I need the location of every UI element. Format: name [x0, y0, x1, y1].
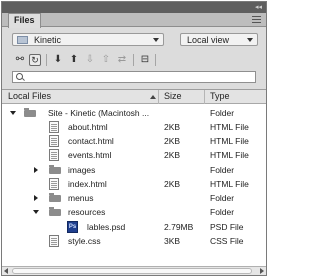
tab-files[interactable]: Files [8, 13, 41, 28]
file-list: Local Files Size Type Site - Kinetic (Ma… [2, 89, 266, 266]
folder-icon [49, 207, 61, 216]
file-name: menus [68, 193, 94, 203]
scroll-left-icon[interactable] [4, 268, 8, 274]
site-folder-icon [17, 36, 28, 44]
file-size: 2KB [164, 122, 181, 132]
file-type: Folder [210, 193, 235, 203]
expand-triangle-icon[interactable] [10, 111, 16, 115]
sort-ascending-icon[interactable] [150, 95, 156, 99]
file-type: HTML File [210, 136, 249, 146]
file-size: 2KB [164, 136, 181, 146]
column-header-type[interactable]: Type [210, 90, 230, 103]
file-type: HTML File [210, 179, 249, 189]
get-icon[interactable]: ⬇ [52, 54, 64, 66]
scroll-right-icon[interactable] [260, 268, 264, 274]
site-select[interactable]: Kinetic [12, 33, 164, 46]
list-item[interactable]: images Folder [2, 163, 266, 177]
chevron-down-icon [247, 38, 253, 42]
file-type: HTML File [210, 150, 249, 160]
horizontal-scrollbar[interactable] [2, 266, 266, 275]
file-name: Site - Kinetic (Macintosh ... [48, 108, 150, 118]
column-header-size[interactable]: Size [164, 90, 182, 103]
list-item[interactable]: style.css 3KB CSS File [2, 234, 266, 248]
collapsed-triangle-icon[interactable] [34, 167, 38, 173]
file-type: CSS File [210, 236, 244, 246]
file-type: Folder [210, 108, 235, 118]
file-name: about.html [68, 122, 108, 132]
file-type: PSD File [210, 222, 244, 232]
file-list-header: Local Files Size Type [2, 90, 266, 104]
file-size: 3KB [164, 236, 181, 246]
file-name: resources [68, 207, 106, 217]
column-header-name[interactable]: Local Files [8, 90, 51, 103]
collapsed-triangle-icon[interactable] [34, 195, 38, 201]
toolbar-divider [133, 54, 134, 66]
connect-icon[interactable]: ⚯ [14, 54, 26, 66]
file-type: Folder [210, 165, 235, 175]
file-name: images [68, 165, 96, 175]
refresh-icon[interactable]: ↻ [29, 54, 41, 66]
html-file-icon [49, 149, 59, 161]
expand-triangle-icon[interactable] [33, 210, 39, 214]
view-select[interactable]: Local view [180, 33, 258, 46]
file-size: 2KB [164, 179, 181, 189]
list-item[interactable]: menus Folder [2, 191, 266, 205]
toolbar-divider [46, 54, 47, 66]
file-name: index.html [68, 179, 107, 189]
file-actions-toolbar: ⚯ ↻ ⬇ ⬆ ⇩ ⇧ ⇄ ⊟ [2, 50, 266, 70]
html-file-icon [49, 135, 59, 147]
search-input[interactable] [12, 71, 256, 83]
list-item[interactable]: about.html 2KB HTML File [2, 120, 266, 134]
site-toolbar: Kinetic Local view [2, 28, 266, 50]
file-name: style.css [68, 236, 101, 246]
file-type: Folder [210, 207, 235, 217]
toolbar-divider [155, 54, 156, 66]
folder-icon [49, 193, 61, 202]
list-item[interactable]: events.html 2KB HTML File [2, 148, 266, 162]
put-icon[interactable]: ⬆ [68, 54, 80, 66]
html-file-icon [49, 121, 59, 133]
file-name: events.html [68, 150, 112, 160]
panel-menu-icon[interactable] [252, 16, 262, 24]
file-name: contact.html [68, 136, 114, 146]
collapse-icon[interactable]: ◂◂ [255, 4, 262, 11]
scrollbar-thumb[interactable] [12, 268, 252, 274]
list-item[interactable]: resources Folder [2, 205, 266, 219]
css-file-icon [49, 235, 59, 247]
file-name: lables.psd [87, 222, 126, 232]
list-item[interactable]: Site - Kinetic (Macintosh ... Folder [2, 106, 266, 120]
view-select-label: Local view [187, 35, 230, 45]
files-panel: ◂◂ Files Kinetic Local view ⚯ ↻ ⬇ ⬆ ⇩ ⇧ … [1, 1, 267, 276]
html-file-icon [49, 178, 59, 190]
list-item[interactable]: contact.html 2KB HTML File [2, 134, 266, 148]
file-size: 2.79MB [164, 222, 194, 232]
folder-icon [49, 165, 61, 174]
psd-file-icon: Ps [67, 221, 78, 233]
file-size: 2KB [164, 150, 181, 160]
chevron-down-icon [153, 38, 159, 42]
panel-tab-row: Files [2, 13, 266, 28]
check-in-icon[interactable]: ⇧ [100, 54, 112, 66]
panel-titlebar[interactable]: ◂◂ [2, 2, 266, 13]
sync-icon[interactable]: ⇄ [116, 54, 128, 66]
list-item[interactable]: index.html 2KB HTML File [2, 177, 266, 191]
file-type: HTML File [210, 122, 249, 132]
site-folder-icon [24, 108, 36, 117]
list-item[interactable]: Ps lables.psd 2.79MB PSD File [2, 220, 266, 234]
expand-icon[interactable]: ⊟ [139, 54, 151, 66]
site-select-label: Kinetic [34, 35, 62, 45]
check-out-icon[interactable]: ⇩ [84, 54, 96, 66]
